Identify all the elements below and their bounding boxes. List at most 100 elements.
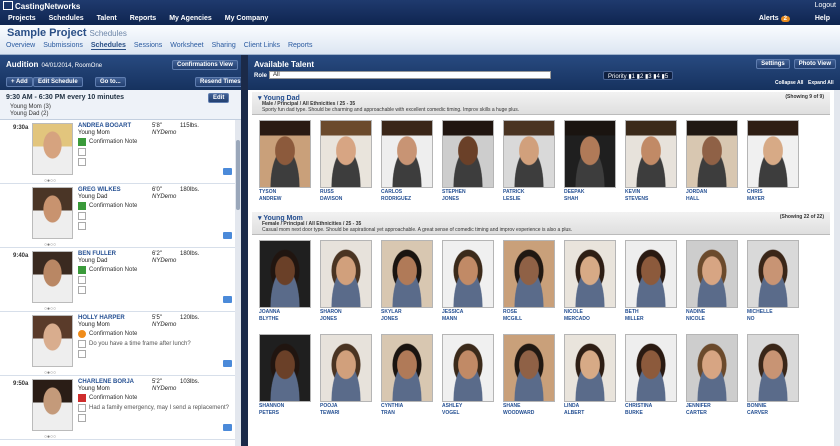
talent-first-name[interactable]: POOJA <box>320 403 338 409</box>
talent-photo[interactable] <box>320 334 372 402</box>
talent-last-name[interactable]: VOGEL <box>442 410 460 416</box>
talent-last-name[interactable]: CARTER <box>686 410 707 416</box>
talent-last-name[interactable]: DAVISON <box>320 196 342 202</box>
scrollbar-thumb[interactable] <box>236 140 240 210</box>
talent-last-name[interactable]: JONES <box>381 316 398 322</box>
talent-card[interactable]: STEPHEN JONES <box>439 118 494 206</box>
block-edit-button[interactable]: Edit <box>208 93 230 103</box>
expand-all-link[interactable]: Expand All <box>808 80 834 86</box>
talent-first-name[interactable]: SKYLAR <box>381 309 402 315</box>
confirmation-status-checkbox[interactable] <box>78 330 86 338</box>
talent-name-link[interactable]: ANDREA BOGART <box>78 123 131 129</box>
status-checkbox-2[interactable] <box>78 212 86 220</box>
status-checkbox-2[interactable] <box>78 148 86 156</box>
talent-first-name[interactable]: JORDAN <box>686 189 707 195</box>
talent-last-name[interactable]: SHAH <box>564 196 578 202</box>
talent-card[interactable]: ROSE MCGILL <box>500 238 555 326</box>
talent-photo[interactable] <box>381 334 433 402</box>
talent-first-name[interactable]: JOANNA <box>259 309 280 315</box>
menu-reports[interactable]: Reports <box>130 15 156 22</box>
menu-projects[interactable]: Projects <box>8 15 36 22</box>
talent-card[interactable]: MICHELLE NO <box>744 238 799 326</box>
talent-card[interactable]: CYNTHIA TRAN <box>378 332 433 420</box>
tab-sessions[interactable]: Sessions <box>134 42 162 50</box>
status-checkbox-2[interactable] <box>78 340 86 348</box>
talent-headshot[interactable] <box>32 123 73 175</box>
talent-photo[interactable] <box>625 334 677 402</box>
talent-last-name[interactable]: NO <box>747 316 755 322</box>
castingnetworks-logo[interactable]: CastingNetworks <box>3 1 80 12</box>
talent-photo[interactable] <box>747 120 799 188</box>
talent-last-name[interactable]: RODRIGUEZ <box>381 196 411 202</box>
talent-photo[interactable] <box>320 240 372 308</box>
priority-filter[interactable]: Priority ▮1 ▮2 ▮3 ▮4 ▮5 <box>603 71 674 80</box>
talent-first-name[interactable]: BONNIE <box>747 403 766 409</box>
resend-times-button[interactable]: Resend Times <box>195 77 241 87</box>
talent-photo[interactable] <box>564 120 616 188</box>
talent-name-link[interactable]: HOLLY HARPER <box>78 315 125 321</box>
talent-name-link[interactable]: CHARLENE BORJA <box>78 379 134 385</box>
status-checkbox-3[interactable] <box>78 286 86 294</box>
talent-last-name[interactable]: HALL <box>686 196 699 202</box>
talent-photo[interactable] <box>564 334 616 402</box>
talent-last-name[interactable]: PETERS <box>259 410 279 416</box>
talent-first-name[interactable]: CARLOS <box>381 189 402 195</box>
comment-icon[interactable] <box>223 424 232 431</box>
talent-photo[interactable] <box>625 120 677 188</box>
talent-first-name[interactable]: DEEPAK <box>564 189 584 195</box>
talent-last-name[interactable]: ALBERT <box>564 410 584 416</box>
role-section-header[interactable]: ▾ Young Dad Male / Principal / All Ethnic… <box>252 92 830 115</box>
menu-my-agencies[interactable]: My Agencies <box>169 15 212 22</box>
tab-worksheet[interactable]: Worksheet <box>170 42 203 50</box>
talent-last-name[interactable]: BURKE <box>625 410 643 416</box>
talent-photo[interactable] <box>747 240 799 308</box>
talent-photo[interactable] <box>686 334 738 402</box>
tab-schedules[interactable]: Schedules <box>90 42 126 50</box>
talent-card[interactable]: JESSICA MANN <box>439 238 494 326</box>
talent-first-name[interactable]: TYSON <box>259 189 276 195</box>
talent-first-name[interactable]: STEPHEN <box>442 189 466 195</box>
talent-first-name[interactable]: BETH <box>625 309 639 315</box>
talent-card[interactable]: CHRIS MAYER <box>744 118 799 206</box>
talent-first-name[interactable]: SHANNON <box>259 403 284 409</box>
talent-last-name[interactable]: STEVENS <box>625 196 648 202</box>
talent-last-name[interactable]: ANDREW <box>259 196 282 202</box>
talent-headshot[interactable] <box>32 187 73 239</box>
talent-first-name[interactable]: PATRICK <box>503 189 524 195</box>
photo-view-button[interactable]: Photo View <box>793 59 836 69</box>
talent-photo[interactable] <box>686 240 738 308</box>
talent-first-name[interactable]: MICHELLE <box>747 309 773 315</box>
talent-card[interactable]: ASHLEY VOGEL <box>439 332 494 420</box>
talent-last-name[interactable]: TEWARI <box>320 410 339 416</box>
talent-photo[interactable] <box>442 240 494 308</box>
talent-card[interactable]: SHANE WOODWARD <box>500 332 555 420</box>
status-checkbox-2[interactable] <box>78 276 86 284</box>
talent-headshot[interactable] <box>32 379 73 431</box>
talent-first-name[interactable]: KEVIN <box>625 189 640 195</box>
talent-card[interactable]: BONNIE CARVER <box>744 332 799 420</box>
talent-photo[interactable] <box>259 120 311 188</box>
talent-last-name[interactable]: TRAN <box>381 410 395 416</box>
talent-card[interactable]: NICOLE MERCADO <box>561 238 616 326</box>
talent-first-name[interactable]: ROSE <box>503 309 517 315</box>
menu-my-company[interactable]: My Company <box>225 15 269 22</box>
schedule-slot[interactable]: 9:40a ○●○○ BEN FULLER Young Dad 6'2" 180lbs. N… <box>0 248 241 312</box>
talent-card[interactable]: CHRISTINA BURKE <box>622 332 677 420</box>
talent-last-name[interactable]: MERCADO <box>564 316 590 322</box>
talent-photo[interactable] <box>503 120 555 188</box>
role-section-header[interactable]: ▾ Young Mom Female / Principal / All Ethn… <box>252 212 830 235</box>
tab-overview[interactable]: Overview <box>6 42 35 50</box>
talent-last-name[interactable]: JONES <box>320 316 337 322</box>
talent-photo[interactable] <box>686 120 738 188</box>
comment-icon[interactable] <box>223 360 232 367</box>
talent-card[interactable]: JORDAN HALL <box>683 118 738 206</box>
talent-last-name[interactable]: MAYER <box>747 196 765 202</box>
menu-schedules[interactable]: Schedules <box>49 15 84 22</box>
schedule-slot[interactable]: ○●○○ HOLLY HARPER Young Mom 5'5" 120lbs. NYDe… <box>0 312 241 376</box>
talent-first-name[interactable]: CHRIS <box>747 189 763 195</box>
confirmations-view-button[interactable]: Confirmations View <box>172 60 238 70</box>
talent-card[interactable]: LINDA ALBERT <box>561 332 616 420</box>
talent-first-name[interactable]: RUSS <box>320 189 334 195</box>
talent-last-name[interactable]: MILLER <box>625 316 644 322</box>
talent-last-name[interactable]: JONES <box>442 196 459 202</box>
